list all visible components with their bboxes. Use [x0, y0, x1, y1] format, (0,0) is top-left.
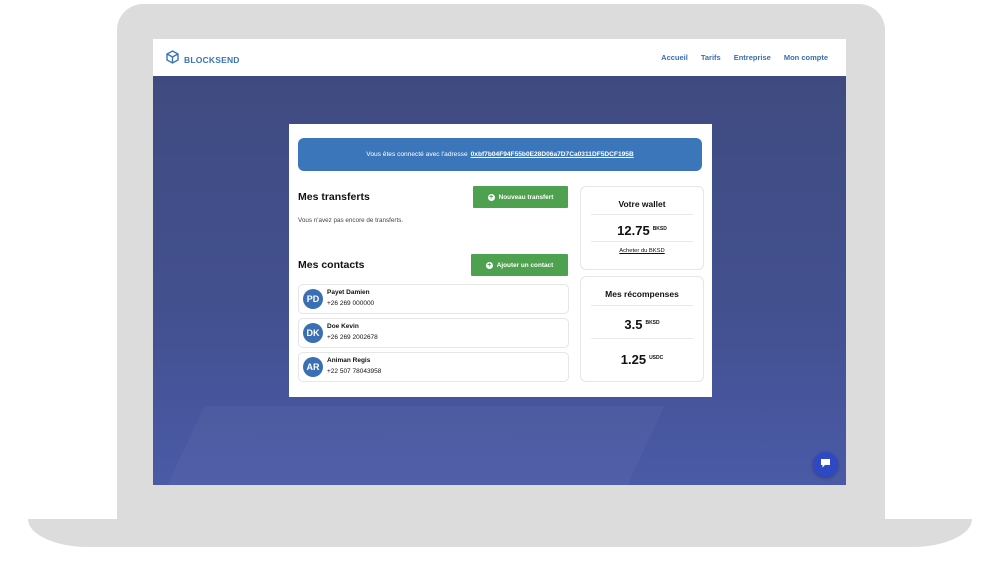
navbar: BLOCKSEND Accueil Tarifs Entreprise Mon …	[153, 39, 846, 76]
reward-amount-unit: USDC	[649, 355, 664, 361]
new-transfer-label: Nouveau transfert	[498, 193, 554, 201]
plus-circle-icon: +	[487, 193, 495, 201]
contact-name: Doe Kevin	[327, 323, 359, 330]
contact-name: Payet Damien	[327, 289, 370, 296]
contact-item[interactable]: PD Payet Damien +26 269 000000	[298, 284, 569, 314]
buy-bksd-link[interactable]: Acheter du BKSD	[581, 248, 703, 254]
reward-amount-unit: BKSD	[645, 320, 660, 326]
nav-link-tarifs[interactable]: Tarifs	[701, 53, 721, 62]
wallet-amount: 12.75 BKSD	[581, 222, 703, 240]
plus-circle-icon: +	[485, 261, 493, 269]
laptop-base	[28, 519, 972, 547]
chat-button[interactable]	[813, 452, 838, 477]
connection-banner: Vous êtes connecté avec l'adresse 0xbf7b…	[298, 138, 702, 171]
chat-bubble-icon	[820, 456, 831, 474]
avatar: AR	[303, 357, 323, 377]
wallet-panel: Votre wallet 12.75 BKSD Acheter du BKSD	[580, 186, 704, 270]
contacts-title: Mes contacts	[298, 259, 365, 271]
wallet-amount-unit: BKSD	[652, 226, 667, 232]
screen: BLOCKSEND Accueil Tarifs Entreprise Mon …	[153, 39, 846, 485]
wallet-title: Votre wallet	[618, 199, 666, 209]
contact-item[interactable]: DK Doe Kevin +26 269 2002678	[298, 318, 569, 348]
wallet-address-link[interactable]: 0xbf7b04F94F55b0E28D06a7D7Ca0311DF5DCF19…	[471, 151, 634, 158]
brand[interactable]: BLOCKSEND	[166, 50, 240, 69]
contact-phone: +26 269 2002678	[327, 334, 378, 341]
contact-phone: +22 507 78043958	[327, 368, 382, 375]
avatar: PD	[303, 289, 323, 309]
new-transfer-button[interactable]: + Nouveau transfert	[473, 186, 568, 208]
add-contact-label: Ajouter un contact	[496, 261, 554, 269]
background-shape	[153, 406, 664, 485]
divider	[591, 338, 693, 339]
nav-link-accueil[interactable]: Accueil	[661, 53, 688, 62]
divider	[591, 241, 693, 242]
brand-name: BLOCKSEND	[184, 54, 240, 65]
rewards-title: Mes récompenses	[605, 289, 679, 299]
nav-links: Accueil Tarifs Entreprise Mon compte	[661, 53, 828, 62]
transfers-empty-text: Vous n'avez pas encore de transferts.	[298, 217, 404, 224]
contact-item[interactable]: AR Animan Regis +22 507 78043958	[298, 352, 569, 382]
add-contact-button[interactable]: + Ajouter un contact	[471, 254, 568, 276]
nav-link-mon-compte[interactable]: Mon compte	[784, 53, 828, 62]
wallet-amount-value: 12.75	[617, 223, 650, 238]
contact-phone: +26 269 000000	[327, 300, 375, 307]
page-background: Vous êtes connecté avec l'adresse 0xbf7b…	[153, 76, 846, 485]
reward-amount: 1.25 USDC	[581, 351, 703, 369]
dashboard-card: Vous êtes connecté avec l'adresse 0xbf7b…	[289, 124, 712, 397]
banner-text: Vous êtes connecté avec l'adresse	[366, 151, 468, 158]
transfers-title: Mes transferts	[298, 191, 370, 203]
rewards-panel: Mes récompenses 3.5 BKSD 1.25 USDC	[580, 276, 704, 382]
nav-link-entreprise[interactable]: Entreprise	[734, 53, 771, 62]
contact-name: Animan Regis	[327, 357, 371, 364]
divider	[591, 305, 693, 306]
divider	[591, 214, 693, 215]
reward-amount: 3.5 BKSD	[581, 316, 703, 334]
reward-amount-value: 3.5	[624, 317, 643, 332]
reward-amount-value: 1.25	[620, 352, 647, 367]
cube-logo-icon	[166, 50, 179, 69]
avatar: DK	[303, 323, 323, 343]
